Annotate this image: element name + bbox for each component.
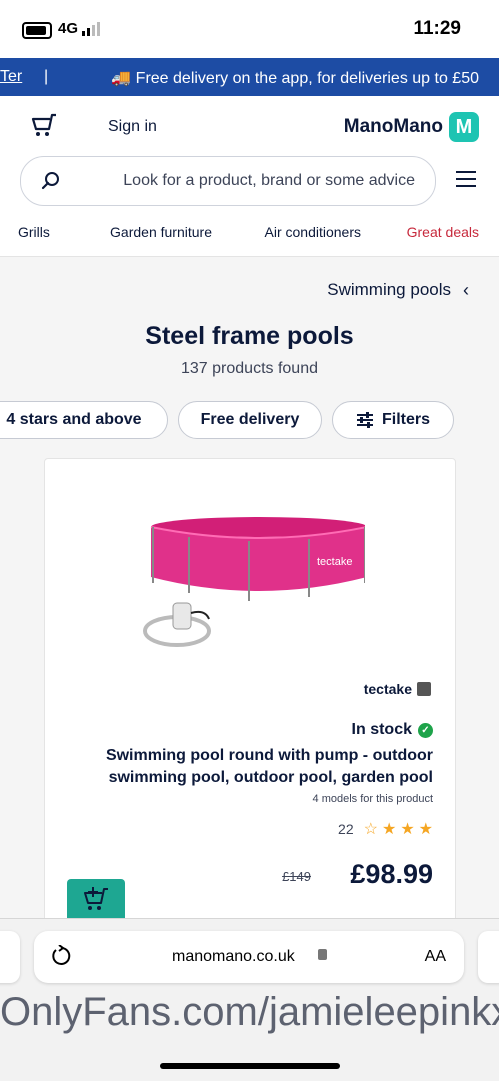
- site-header: ManoMano M Sign in Look for a product, b…: [0, 96, 499, 257]
- old-price: £149: [282, 869, 311, 884]
- status-time: 11:29: [413, 18, 461, 39]
- menu-icon[interactable]: [456, 171, 476, 189]
- logo-mark: M: [449, 112, 479, 142]
- brand-mark-icon: [417, 682, 431, 696]
- models-count: 4 models for this product: [312, 793, 433, 805]
- search-input[interactable]: Look for a product, brand or some advice: [123, 172, 415, 190]
- nav-grills[interactable]: Grills: [18, 224, 50, 240]
- previous-tab[interactable]: [0, 931, 20, 983]
- four-stars-chip[interactable]: 4 stars and above: [0, 401, 168, 439]
- category-nav: Great deals Air conditioners Garden furn…: [0, 224, 499, 252]
- promo-separator: |: [44, 68, 49, 85]
- address-bar[interactable]: manomano.co.uk AA: [34, 931, 464, 983]
- network-label: 4G: [58, 20, 79, 37]
- stock-status: In stock ✓: [352, 721, 433, 739]
- signin-link[interactable]: Sign in: [108, 118, 157, 136]
- promo-text: 🚚 Free delivery on the app, for deliveri…: [111, 70, 479, 87]
- stock-label: In stock: [351, 721, 412, 738]
- reload-icon[interactable]: [50, 945, 72, 967]
- star-half-icon: ★: [381, 821, 397, 838]
- product-name[interactable]: Swimming pool round with pump - outdoor …: [63, 745, 433, 789]
- cart-icon[interactable]: [30, 112, 58, 138]
- product-image[interactable]: tectake: [139, 513, 365, 663]
- next-tab[interactable]: [478, 931, 499, 983]
- filters-label: Filters: [381, 411, 430, 428]
- rating: 22 ☆ ★ ★ ★: [338, 819, 433, 839]
- filters-icon: [356, 412, 373, 428]
- nav-great-deals[interactable]: Great deals: [407, 224, 479, 240]
- logo[interactable]: ManoMano M: [344, 112, 479, 142]
- promo-more-link[interactable]: Ter: [0, 68, 22, 86]
- star-icon: ☆: [363, 821, 378, 838]
- logo-text: ManoMano: [343, 116, 443, 137]
- brand-logo: tectake: [364, 681, 431, 697]
- free-delivery-chip[interactable]: Free delivery: [178, 401, 322, 439]
- battery-icon: [22, 22, 52, 39]
- check-icon: ✓: [418, 722, 433, 738]
- product-count: 137 products found: [181, 360, 318, 377]
- star-icon: ★: [400, 821, 415, 838]
- add-to-cart-icon: [84, 887, 108, 910]
- rating-count: 22: [338, 821, 354, 837]
- filters-chip[interactable]: Filters: [332, 401, 454, 439]
- brand-name: tectake: [363, 681, 412, 697]
- lock-icon: [318, 949, 327, 960]
- page-title: Steel frame pools: [145, 322, 354, 350]
- nav-air-conditioners[interactable]: Air conditioners: [265, 224, 362, 240]
- breadcrumb[interactable]: Swimming pools: [327, 280, 451, 300]
- search-bar[interactable]: Look for a product, brand or some advice: [20, 156, 436, 206]
- price: £98.99: [350, 859, 433, 889]
- star-icon: ★: [418, 821, 433, 838]
- product-card[interactable]: tectake tectake In stock ✓ Swimming pool…: [44, 458, 456, 930]
- url-text[interactable]: manomano.co.uk: [172, 948, 295, 966]
- reader-aa-button[interactable]: AA: [425, 948, 446, 966]
- nav-garden-furniture[interactable]: Garden furniture: [110, 224, 212, 240]
- search-icon[interactable]: [41, 171, 61, 191]
- promo-banner[interactable]: Ter | 🚚 Free delivery on the app, for de…: [0, 58, 499, 96]
- pool-brand-label: tectake: [317, 556, 352, 568]
- home-indicator: [160, 1063, 340, 1069]
- back-chevron-icon[interactable]: ‹: [463, 280, 469, 301]
- watermark-text: OnlyFans.com/jamieleepinkx: [0, 990, 499, 1034]
- status-bar: 4G 11:29: [0, 0, 499, 58]
- signal-icon: [82, 22, 100, 36]
